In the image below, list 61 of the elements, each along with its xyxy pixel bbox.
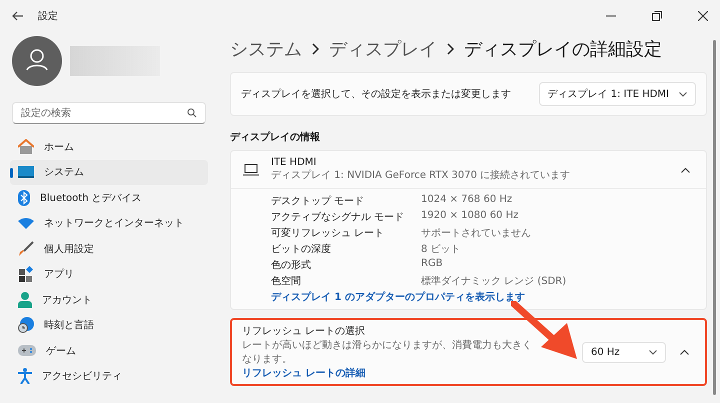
sidebar-item[interactable]: Bluetooth とデバイス [10,185,208,210]
avatar-icon [12,36,62,86]
apps-icon [18,266,34,282]
sidebar-item[interactable]: 時刻と言語 [10,312,208,338]
sidebar-item[interactable]: システム [10,160,208,185]
setting-description: レートが高いほど動きは滑らかになりますが、消費電力も大きくなります。 [242,338,532,366]
property-label: 可変リフレッシュ レート [271,226,386,240]
chevron-down-icon [649,350,657,354]
scrollbar[interactable] [713,40,716,395]
breadcrumb-link[interactable]: ディスプレイ [329,37,437,61]
maximize-icon[interactable] [652,11,662,21]
sidebar-item[interactable]: アプリ [10,262,208,287]
display-name: ITE HDMI [271,157,318,168]
property-label: 色空間 [271,274,302,288]
property-value: 1024 × 768 60 Hz [421,194,514,207]
setting-label: ディスプレイを選択して、その設定を表示または変更します [241,88,511,101]
property-value: 標準ダイナミック レンジ (SDR) [421,274,568,288]
property-label: 色の形式 [271,258,312,272]
sidebar-item[interactable]: ホーム [10,134,208,160]
gamepad-icon [18,345,36,356]
sidebar-item[interactable]: 個人用設定 [10,236,208,262]
property-value: 8 ビット [421,243,462,256]
globe-clock-icon [18,317,34,334]
search-field[interactable]: 設定の検索 [21,103,187,123]
bluetooth-icon [18,190,30,206]
back-icon[interactable] [12,11,24,21]
person-icon [18,292,32,308]
laptop-icon [243,164,259,176]
sidebar-item[interactable]: アカウント [10,287,208,312]
refresh-rate-dropdown[interactable]: 60 Hz [582,342,666,362]
sidebar-item[interactable]: アクセシビリティ [10,364,208,389]
accessibility-icon [18,368,32,384]
refresh-rate-details-link[interactable]: リフレッシュ レートの詳細 [242,366,532,380]
brush-icon [18,240,34,257]
sidebar-item[interactable]: ネットワークとインターネット [10,210,208,236]
house-icon [18,139,34,154]
window-title: 設定 [38,10,58,23]
property-label: デスクトップ モード [271,194,366,208]
search-box[interactable]: 設定の検索 [12,102,206,124]
chevron-up-icon[interactable] [680,349,689,355]
chevron-right-icon [312,43,319,55]
display-subtitle: ディスプレイ 1: NVIDIA GeForce RTX 3070 に接続されています [271,168,572,182]
display-dropdown[interactable]: ディスプレイ 1: ITE HDMI [538,82,696,106]
property-label: ビットの深度 [271,242,332,256]
property-label: アクティブなシグナル モード [271,210,406,224]
search-icon [187,108,197,118]
page-title: ディスプレイの詳細設定 [464,38,662,61]
property-value: サポートされていません [421,227,532,240]
chevron-right-icon [447,43,454,55]
monitor-icon [18,166,34,178]
setting-title: リフレッシュ レートの選択 [242,325,366,338]
wifi-icon [18,217,34,230]
sidebar-item[interactable]: ゲーム [10,338,208,364]
property-value: RGB [421,258,444,271]
section-heading: ディスプレイの情報 [230,130,321,144]
close-icon[interactable] [698,11,708,21]
chevron-down-icon [679,92,687,96]
breadcrumb-link[interactable]: システム [230,37,302,61]
property-value: 1920 × 1080 60 Hz [421,210,520,223]
adapter-properties-link[interactable]: ディスプレイ 1 のアダプターのプロパティを表示します [271,290,694,304]
chevron-up-icon[interactable] [681,166,690,172]
